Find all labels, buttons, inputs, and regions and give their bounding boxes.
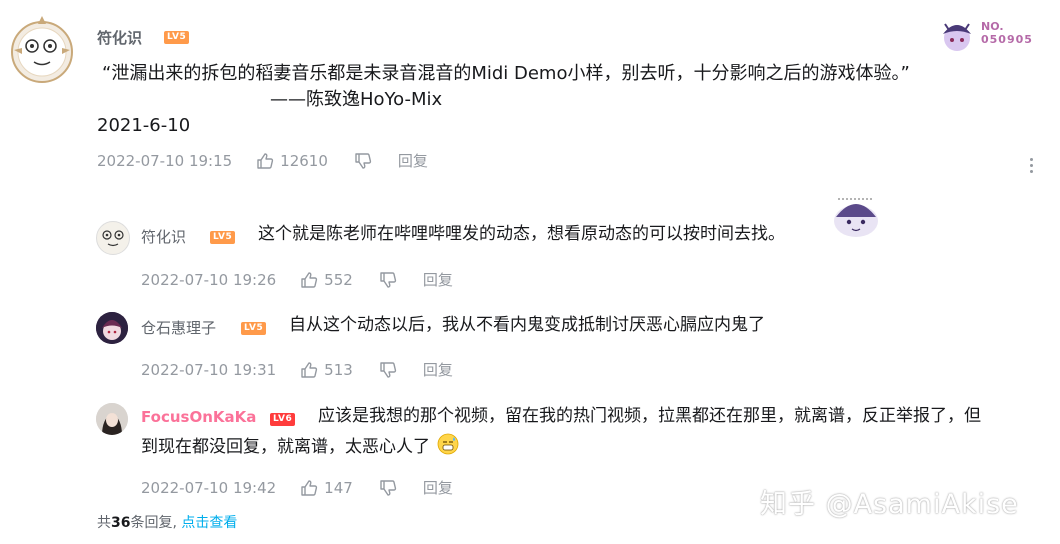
main-like-button[interactable]: 12610	[256, 152, 328, 170]
main-reply-button[interactable]: 回复	[398, 150, 428, 171]
thumbs-up-icon	[301, 271, 318, 288]
reply1-like-button[interactable]: 552	[300, 271, 353, 289]
reply1-garb-sticker	[830, 191, 882, 241]
fan-badge-avatar-icon	[943, 23, 971, 51]
main-level-badge: LV5	[164, 31, 190, 44]
reply2-like-button[interactable]: 513	[300, 361, 353, 379]
main-avatar[interactable]	[10, 10, 74, 94]
reply1-avatar[interactable]	[96, 221, 130, 255]
fan-badge: NO. 050905	[935, 18, 1045, 54]
reply1-meta: 2022-07-10 19:26 552 回复	[141, 269, 453, 290]
thumbs-down-icon	[355, 152, 372, 169]
fan-badge-number: 050905	[981, 33, 1033, 46]
reply2-avatar[interactable]	[96, 312, 128, 344]
view-all-replies-link[interactable]: 点击查看	[181, 515, 237, 531]
thumbs-down-icon	[380, 479, 396, 496]
fan-badge-no-label: NO.	[981, 20, 1004, 33]
reply1-like-count: 552	[324, 270, 353, 289]
reply1-dislike-button[interactable]	[379, 271, 397, 289]
reply2-level-badge: LV5	[241, 322, 267, 335]
reply2-time: 2022-07-10 19:31	[141, 360, 277, 379]
reply-count-footer: 共36条回复, 点击查看	[97, 512, 237, 532]
reply2-meta: 2022-07-10 19:31 513 回复	[141, 359, 453, 380]
reply3-like-button[interactable]: 147	[300, 479, 353, 497]
thumbs-down-icon	[380, 361, 396, 378]
main-comment-attribution: ——陈致逸HoYo-Mix	[270, 89, 443, 110]
thumbs-up-icon	[301, 361, 318, 378]
zhihu-watermark: 知乎 @AsamiAkise	[760, 489, 1019, 520]
sweat-emoji-icon	[438, 433, 459, 455]
reply3-avatar[interactable]	[96, 403, 128, 435]
reply-count-prefix: 共	[97, 515, 111, 531]
reply1-username[interactable]: 符化识	[141, 226, 186, 247]
reply3-meta: 2022-07-10 19:42 147 回复	[141, 477, 453, 498]
reply1-time: 2022-07-10 19:26	[141, 270, 277, 289]
reply1-text: 这个就是陈老师在哔哩哔哩发的动态，想看原动态的可以按时间去找。	[258, 224, 785, 244]
reply-count-number: 36	[111, 515, 131, 531]
reply2-username[interactable]: 仓石惠理子	[141, 317, 216, 338]
main-comment-meta: 2022-07-10 19:15 12610 回复	[97, 150, 428, 171]
reply3-text-line1: 应该是我想的那个视频，留在我的热门视频，拉黑都还在那里，就离谱，反正举报了，但	[318, 406, 981, 426]
reply3-username[interactable]: FocusOnKaKa	[141, 408, 256, 426]
main-comment-date: 2021-6-10	[97, 115, 191, 136]
thumbs-up-icon	[257, 152, 274, 169]
reply3-reply-button[interactable]: 回复	[423, 477, 453, 498]
reply2-like-count: 513	[324, 360, 353, 379]
reply2-reply-button[interactable]: 回复	[423, 359, 453, 380]
reply2-dislike-button[interactable]	[379, 361, 397, 379]
reply1-reply-button[interactable]: 回复	[423, 269, 453, 290]
more-vertical-icon[interactable]	[1030, 155, 1033, 176]
reply3-text-line2-content: 到现在都没回复，就离谱，太恶心人了	[141, 437, 430, 457]
main-dislike-button[interactable]	[354, 152, 372, 170]
reply1-level-badge: LV5	[210, 231, 236, 244]
main-comment-quote: “泄漏出来的拆包的稻妻音乐都是未录音混音的Midi Demo小样，别去听，十分影…	[102, 63, 910, 84]
thumbs-up-icon	[301, 479, 318, 496]
reply3-time: 2022-07-10 19:42	[141, 478, 277, 497]
reply3-level-badge: LV6	[270, 413, 296, 426]
main-username[interactable]: 符化识	[97, 27, 142, 48]
reply3-like-count: 147	[324, 478, 353, 497]
thumbs-down-icon	[380, 271, 396, 288]
reply3-text-line2: 到现在都没回复，就离谱，太恶心人了	[141, 432, 459, 463]
main-like-count: 12610	[280, 151, 328, 170]
reply2-text: 自从这个动态以后，我从不看内鬼变成抵制讨厌恶心膈应内鬼了	[289, 315, 765, 335]
reply-count-suffix: 条回复,	[130, 515, 177, 531]
reply3-dislike-button[interactable]	[379, 479, 397, 497]
main-comment-time: 2022-07-10 19:15	[97, 151, 233, 170]
